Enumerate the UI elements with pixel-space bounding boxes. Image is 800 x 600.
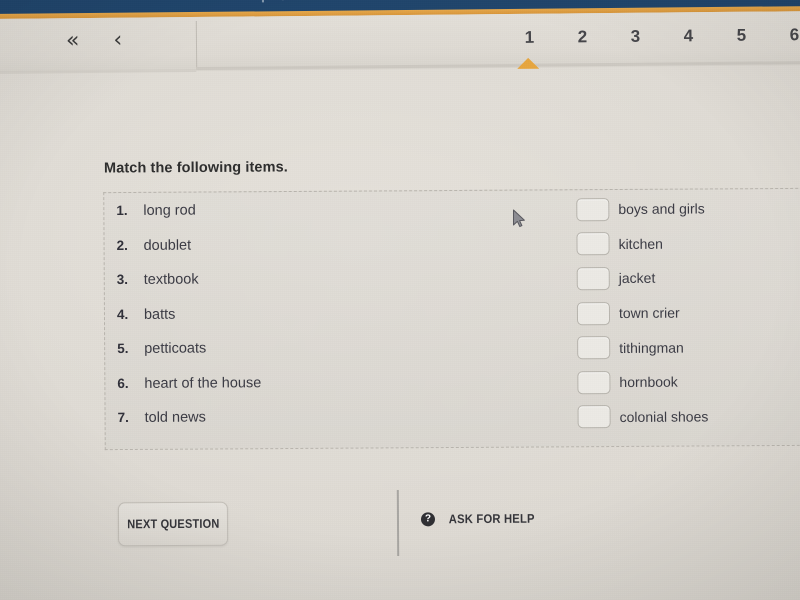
toolbar-divider: [195, 20, 198, 70]
next-question-button-label: NEXT QUESTION: [126, 516, 220, 532]
toolbar-underline-left: [0, 69, 197, 74]
prompt-items-column: 1. long rod 2. doublet 3. textbook 4. ba…: [104, 201, 485, 445]
list-item: jacket: [576, 260, 800, 296]
list-item: tithingman: [577, 329, 800, 365]
navigation-arrows: « ‹: [66, 28, 123, 54]
item-label: petticoats: [144, 340, 207, 357]
answer-input-jacket[interactable]: [576, 267, 610, 291]
list-item: 7. told news: [106, 408, 486, 445]
list-item: hornbook: [577, 364, 800, 400]
matching-question-panel: 1. long rod 2. doublet 3. textbook 4. ba…: [103, 187, 800, 451]
item-label: long rod: [143, 202, 196, 219]
list-item: boys and girls: [576, 191, 800, 227]
list-item: 3. textbook: [105, 270, 485, 307]
answer-label: boys and girls: [618, 200, 705, 218]
answer-input-tithingman[interactable]: [577, 336, 611, 360]
answer-label: kitchen: [618, 235, 663, 252]
answer-input-town-crier[interactable]: [576, 301, 611, 325]
item-label: told news: [144, 409, 206, 426]
answer-input-kitchen[interactable]: [576, 232, 610, 256]
answer-choices-column: boys and girls kitchen jacket town crier…: [576, 191, 800, 435]
answer-label: jacket: [618, 270, 656, 287]
page-number-1[interactable]: 1: [503, 28, 556, 49]
first-page-double-chevron-icon[interactable]: «: [66, 28, 80, 53]
page-number-6[interactable]: 6: [768, 25, 800, 46]
page-number-2[interactable]: 2: [556, 27, 609, 48]
item-number: 6.: [117, 375, 129, 391]
item-label: batts: [143, 306, 176, 323]
answer-label: hornbook: [619, 373, 678, 391]
list-item: 2. doublet: [104, 235, 484, 272]
item-number: 7.: [117, 409, 129, 426]
answer-input-boys-and-girls[interactable]: [576, 197, 610, 222]
list-item: 1. long rod: [104, 201, 484, 238]
page-number-list: 1 2 3 4 5 6: [503, 25, 800, 48]
question-mark-circle-icon: ?: [420, 512, 436, 527]
item-number: 5.: [117, 340, 129, 357]
item-number: 2.: [116, 237, 128, 253]
page-number-4[interactable]: 4: [662, 26, 715, 47]
answer-label: town crier: [618, 304, 680, 322]
list-item: 4. batts: [105, 304, 485, 341]
item-number: 4.: [116, 306, 129, 322]
page-number-5[interactable]: 5: [715, 26, 768, 47]
pagination-toolbar: « ‹ 1 2 3 4 5 6: [0, 11, 800, 74]
item-label: doublet: [143, 237, 192, 254]
previous-page-chevron-icon[interactable]: ‹: [113, 28, 122, 53]
item-label: textbook: [143, 271, 199, 288]
page-number-3[interactable]: 3: [609, 27, 662, 48]
title-bar-tick: [261, 0, 264, 3]
answer-input-hornbook[interactable]: [577, 370, 611, 395]
toolbar-underline: [196, 61, 800, 71]
screen-photo: « ‹ 1 2 3 4 5 6 Match the following item…: [0, 0, 800, 600]
answer-input-colonial-shoes[interactable]: [577, 405, 611, 429]
answer-label: tithingman: [619, 339, 684, 356]
answer-label: colonial shoes: [619, 408, 709, 425]
list-item: 6. heart of the house: [105, 373, 485, 410]
ask-for-help-button[interactable]: ? ASK FOR HELP: [420, 511, 540, 527]
ask-for-help-label: ASK FOR HELP: [448, 511, 535, 527]
next-question-button[interactable]: NEXT QUESTION: [117, 501, 229, 547]
list-item: colonial shoes: [577, 398, 800, 434]
action-divider: [396, 489, 400, 557]
item-number: 1.: [116, 202, 128, 219]
question-prompt: Match the following items.: [103, 159, 288, 177]
list-item: 5. petticoats: [105, 339, 485, 376]
list-item: town crier: [576, 295, 800, 331]
item-label: heart of the house: [144, 374, 262, 392]
item-number: 3.: [116, 271, 129, 288]
list-item: kitchen: [576, 225, 800, 261]
active-page-marker-triangle: [517, 57, 540, 69]
